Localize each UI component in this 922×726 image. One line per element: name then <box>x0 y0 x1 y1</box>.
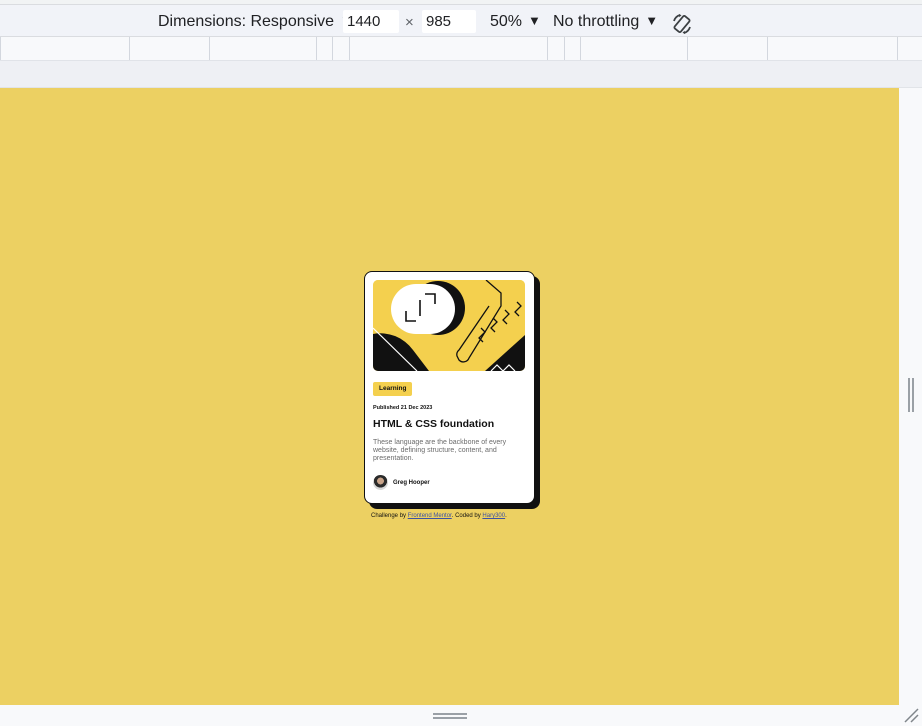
mq-divider <box>209 37 210 60</box>
chevron-down-icon: ▼ <box>528 13 541 28</box>
mq-divider <box>897 37 898 60</box>
ruler <box>0 61 922 88</box>
mq-divider <box>687 37 688 60</box>
zoom-dropdown[interactable]: 50% ▼ <box>490 11 541 32</box>
resize-handle-bottom[interactable] <box>433 713 467 719</box>
times-icon: × <box>405 14 414 31</box>
author-name: Greg Hooper <box>393 480 430 486</box>
mq-divider <box>349 37 350 60</box>
attribution: Challenge by Frontend Mentor. Coded by H… <box>371 513 507 519</box>
rotate-icon[interactable] <box>671 13 693 35</box>
attribution-prefix: Challenge by <box>371 513 408 519</box>
throttling-label: No throttling <box>553 13 640 30</box>
throttling-dropdown[interactable]: No throttling ▼ <box>553 11 658 32</box>
mq-divider <box>332 37 333 60</box>
chevron-down-icon: ▼ <box>645 13 659 28</box>
zoom-label: 50% <box>490 13 523 30</box>
card-title[interactable]: HTML & CSS foundation <box>373 418 494 430</box>
attribution-middle: . Coded by <box>451 513 483 519</box>
avatar <box>373 475 388 490</box>
dimensions-label: Dimensions: Responsive <box>158 13 335 30</box>
resize-corner-icon[interactable] <box>903 707 919 723</box>
dimensions-dropdown[interactable]: Dimensions: Responsive▼ <box>158 11 353 32</box>
mq-divider <box>564 37 565 60</box>
height-input[interactable] <box>422 10 476 33</box>
width-input[interactable] <box>343 10 399 33</box>
mq-divider <box>547 37 548 60</box>
mq-divider <box>0 37 1 60</box>
mq-divider <box>316 37 317 60</box>
mq-divider <box>580 37 581 60</box>
author-link[interactable]: Hary300 <box>482 513 505 519</box>
frontend-mentor-link[interactable]: Frontend Mentor <box>408 513 452 519</box>
card-description: These language are the backbone of every… <box>373 439 507 463</box>
media-query-bar[interactable] <box>0 37 922 61</box>
blog-preview-card: Learning Published 21 Dec 2023 HTML & CS… <box>364 271 535 504</box>
published-date: Published 21 Dec 2023 <box>373 405 433 411</box>
illustration-image <box>373 280 525 371</box>
category-tag: Learning <box>373 382 413 396</box>
mq-divider <box>129 37 130 60</box>
card-illustration <box>373 280 525 371</box>
attribution-suffix: . <box>505 513 507 519</box>
device-toolbar: Dimensions: Responsive▼ × 50%▼ No thrott… <box>0 4 922 37</box>
mq-divider <box>767 37 768 60</box>
resize-handle-right[interactable] <box>908 378 914 412</box>
